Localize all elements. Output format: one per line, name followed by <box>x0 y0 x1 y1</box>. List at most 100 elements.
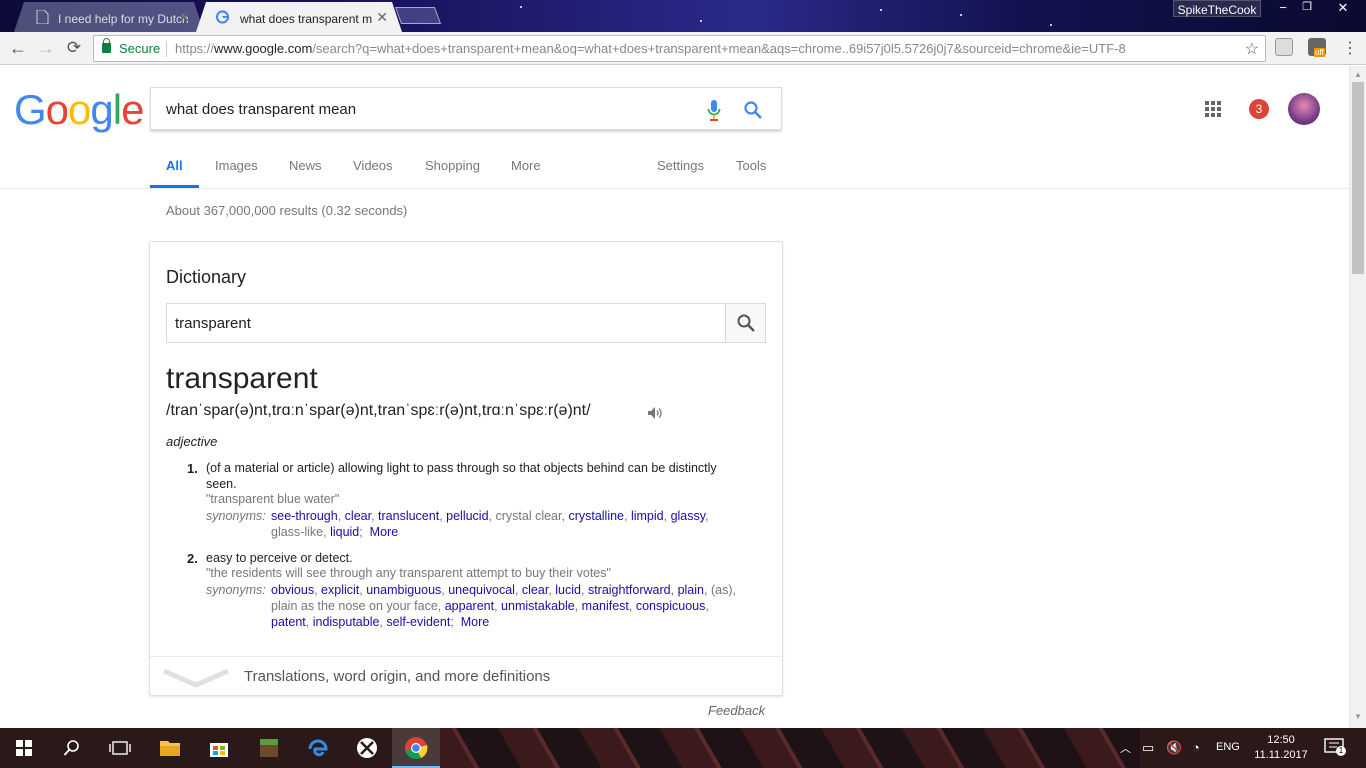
url-text[interactable]: https://www.google.com/search?q=what+doe… <box>175 41 1126 56</box>
synonym-word[interactable]: manifest <box>582 599 629 613</box>
minimize-button[interactable]: − <box>1270 0 1296 18</box>
more-synonyms-link[interactable]: More <box>370 525 398 539</box>
extension-cookie-icon[interactable]: off <box>1308 38 1326 57</box>
definition-line: (of a material or article) allowing ligh… <box>206 461 717 475</box>
volume-muted-icon[interactable]: 🔇 <box>1166 740 1182 756</box>
synonym-word[interactable]: apparent <box>445 599 494 613</box>
more-definitions-bar[interactable]: Translations, word origin, and more defi… <box>150 656 782 696</box>
tab-news[interactable]: News <box>289 158 322 173</box>
wifi-icon[interactable]: ◔ <box>1192 740 1200 755</box>
file-explorer-icon[interactable] <box>146 728 194 768</box>
menu-dots-icon[interactable]: ⋮ <box>1340 38 1360 58</box>
title-bar: I need help for my Dutch ✕ what does tra… <box>0 0 1366 32</box>
synonym-word[interactable]: patent <box>271 615 306 629</box>
synonym-word[interactable]: conspicuous <box>636 599 706 613</box>
synonym-word[interactable]: obvious <box>271 583 314 597</box>
chevron-down-icon[interactable] <box>162 667 230 689</box>
reload-icon[interactable]: ⟳ <box>64 38 84 58</box>
battery-icon[interactable]: ▭ <box>1142 740 1154 756</box>
avatar[interactable] <box>1288 93 1320 125</box>
tab-all[interactable]: All <box>166 158 183 173</box>
separator: ; <box>450 615 461 629</box>
synonym-word[interactable]: liquid <box>330 525 359 539</box>
chevron-up-icon[interactable]: ︿ <box>1120 740 1131 756</box>
tab-videos[interactable]: Videos <box>353 158 393 173</box>
synonym-word[interactable]: lucid <box>555 583 581 597</box>
dictionary-search-button[interactable] <box>725 304 765 342</box>
secure-label[interactable]: Secure <box>119 41 160 56</box>
close-window-button[interactable]: ✕ <box>1330 0 1356 18</box>
more-definitions-link[interactable]: Translations, word origin, and more defi… <box>244 668 550 685</box>
language-indicator[interactable]: ENG <box>1216 741 1240 753</box>
microphone-icon[interactable] <box>707 100 721 122</box>
action-center-icon[interactable]: 1 <box>1324 738 1346 759</box>
synonym-word[interactable]: see-through <box>271 509 338 523</box>
apps-grid-icon[interactable] <box>1205 101 1222 118</box>
synonym-word[interactable]: indisputable <box>313 615 380 629</box>
synonym-word[interactable]: translucent <box>378 509 439 523</box>
chrome-icon[interactable] <box>392 728 440 768</box>
task-view-icon[interactable] <box>96 728 144 768</box>
bookmark-star-icon[interactable]: ☆ <box>1245 39 1259 59</box>
dictionary-input-value[interactable]: transparent <box>175 315 251 332</box>
synonym-word[interactable]: unmistakable <box>501 599 575 613</box>
synonyms-label: synonyms: <box>206 509 266 523</box>
search-icon[interactable] <box>48 728 96 768</box>
synonym-word[interactable]: crystalline <box>568 509 624 523</box>
synonym-word[interactable]: explicit <box>321 583 359 597</box>
synonym-word[interactable]: unambiguous <box>366 583 441 597</box>
synonym-word[interactable]: unequivocal <box>448 583 515 597</box>
synonym-word[interactable]: clear <box>345 509 371 523</box>
feedback-link[interactable]: Feedback <box>708 703 765 718</box>
store-icon[interactable] <box>195 728 243 768</box>
address-bar[interactable]: Secure https://www.google.com/search?q=w… <box>93 35 1266 62</box>
synonym-word[interactable]: self-evident <box>386 615 450 629</box>
extension-badge: off <box>1314 48 1325 57</box>
tab-more[interactable]: More <box>511 158 541 173</box>
dictionary-search-input[interactable]: transparent <box>166 303 766 343</box>
new-tab-button[interactable] <box>394 7 442 24</box>
synonym-word[interactable]: limpid <box>631 509 664 523</box>
forward-arrow-icon[interactable]: → <box>36 38 56 59</box>
edge-icon[interactable] <box>294 728 342 768</box>
restore-button[interactable]: ❐ <box>1294 0 1320 18</box>
separator: , <box>704 583 711 597</box>
google-favicon-icon <box>216 10 229 24</box>
synonym-word[interactable]: straightforward <box>588 583 671 597</box>
tab-tools[interactable]: Tools <box>736 158 766 173</box>
synonym-word[interactable]: glassy <box>671 509 706 523</box>
back-arrow-icon[interactable]: ← <box>8 38 28 59</box>
search-icon[interactable] <box>743 100 763 120</box>
windows-start-icon[interactable] <box>0 728 48 768</box>
close-tab-icon[interactable]: ✕ <box>376 9 388 26</box>
scroll-down-icon[interactable]: ▼ <box>1354 712 1362 721</box>
close-tab-icon[interactable]: ✕ <box>178 9 190 26</box>
minecraft-icon[interactable] <box>245 728 293 768</box>
scroll-up-icon[interactable]: ▲ <box>1354 70 1362 79</box>
tab-images[interactable]: Images <box>215 158 258 173</box>
synonym-word[interactable]: clear <box>522 583 548 597</box>
tab-dutch[interactable]: I need help for my Dutch ✕ <box>14 2 204 32</box>
notification-badge[interactable]: 3 <box>1249 99 1269 119</box>
more-synonyms-link[interactable]: More <box>461 615 489 629</box>
google-logo[interactable]: Google <box>14 86 144 134</box>
profile-name[interactable]: SpikeTheCook <box>1173 0 1261 17</box>
tab-shopping[interactable]: Shopping <box>425 158 480 173</box>
tab-settings[interactable]: Settings <box>657 158 704 173</box>
synonym-word[interactable]: pellucid <box>446 509 488 523</box>
extension-shield-icon[interactable] <box>1275 38 1293 56</box>
tab-google-search[interactable]: what does transparent m ✕ <box>196 2 402 32</box>
tab-title: I need help for my Dutch <box>58 12 189 26</box>
scrollbar[interactable]: ▲ ▼ <box>1349 66 1366 728</box>
phonetic-spelling: /tranˈspar(ə)nt,trɑːnˈspar(ə)nt,tranˈspɛ… <box>166 402 591 419</box>
clock-time: 12:50 <box>1267 734 1295 746</box>
logo-letter: o <box>45 86 69 133</box>
search-box[interactable]: what does transparent mean <box>150 87 782 130</box>
synonym-word[interactable]: plain <box>678 583 704 597</box>
clock[interactable]: 12:50 11.11.2017 <box>1248 733 1314 763</box>
separator: , <box>624 509 631 523</box>
xbox-icon[interactable] <box>343 728 391 768</box>
speaker-icon[interactable] <box>647 406 663 420</box>
scrollbar-thumb[interactable] <box>1352 82 1364 274</box>
search-input[interactable]: what does transparent mean <box>166 101 356 118</box>
